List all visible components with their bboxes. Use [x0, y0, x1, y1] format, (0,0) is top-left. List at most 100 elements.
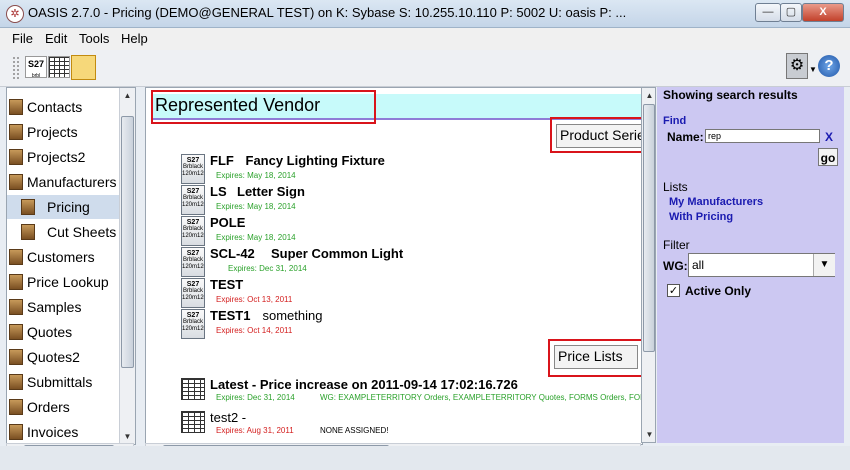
menu-tools[interactable]: Tools — [79, 31, 109, 46]
maximize-button[interactable]: ▢ — [780, 3, 802, 22]
scroll-down-icon[interactable]: ▼ — [120, 429, 135, 444]
sidebar-item-quotes2[interactable]: Quotes2 — [7, 345, 119, 369]
minimize-button[interactable]: — — [755, 3, 781, 22]
series-s27-icon[interactable]: S27 Brblack 120m120 — [181, 185, 205, 215]
content-scrollbar[interactable]: ▲ ▼ — [641, 87, 656, 443]
app-logo-icon: ✲ — [6, 5, 24, 23]
wg-select-value: all — [692, 258, 705, 272]
series-s27-icon[interactable]: S27 Brblack 120m120 — [181, 154, 205, 184]
sidebar-item-customers[interactable]: Customers — [7, 245, 119, 269]
sidebar-item-quotes[interactable]: Quotes — [7, 320, 119, 344]
sidebar-item-label: Pricing — [47, 199, 90, 215]
nav-item-icon — [9, 424, 23, 440]
sidebar-item-invoices[interactable]: Invoices — [7, 420, 119, 444]
series-s27-icon[interactable]: S27 Brblack 120m120 — [181, 216, 205, 246]
sidebar-nav: Contacts Projects Projects2 Manufacturers Pr… — [6, 87, 136, 445]
toolbar-grip — [12, 56, 20, 80]
clear-search-button[interactable]: X — [825, 130, 833, 144]
menu-edit[interactable]: Edit — [45, 31, 67, 46]
list-with-pricing[interactable]: With Pricing — [669, 211, 733, 223]
sidebar-item-contacts[interactable]: Contacts — [7, 95, 119, 119]
sidebar-item-label: Customers — [27, 249, 95, 265]
nav-item-icon — [9, 99, 23, 115]
active-only-label: Active Only — [685, 284, 752, 298]
series-code-link[interactable]: FLF — [210, 153, 234, 168]
toolbar: S27 brbl ⚙ ▼ ? — [0, 50, 850, 87]
series-code-link[interactable]: TEST — [210, 277, 243, 292]
menu-file[interactable]: File — [12, 31, 33, 46]
nav-item-icon — [9, 249, 23, 265]
name-search-input[interactable] — [705, 129, 820, 143]
list-my-manufacturers[interactable]: My Manufacturers — [669, 196, 763, 208]
chevron-down-icon[interactable]: ▼ — [809, 65, 817, 74]
close-button[interactable]: X — [802, 3, 844, 22]
active-only-checkbox[interactable]: ✓ — [667, 284, 680, 297]
folder-icon[interactable] — [71, 55, 96, 80]
scroll-up-icon[interactable]: ▲ — [642, 88, 657, 103]
sidebar-scrollbar[interactable]: ▲ ▼ — [119, 88, 135, 444]
sidebar-item-price-lookup[interactable]: Price Lookup — [7, 270, 119, 294]
grid-view-icon[interactable] — [48, 56, 70, 78]
sidebar-item-label: Submittals — [27, 374, 93, 390]
filter-label: Filter — [663, 238, 690, 252]
series-s27-icon[interactable]: S27 Brblack 120m120 — [181, 247, 205, 277]
nav-item-icon — [9, 324, 23, 340]
series-expires: Expires: May 18, 2014 — [216, 202, 296, 211]
search-panel: Showing search results Find Name: X go L… — [657, 87, 844, 443]
series-s27-icon[interactable]: S27 Brblack 120m120 — [181, 309, 205, 339]
series-code-link[interactable]: LS — [210, 184, 227, 199]
content-scroll-thumb[interactable] — [643, 104, 655, 352]
sidebar-item-submittals[interactable]: Submittals — [7, 370, 119, 394]
series-name[interactable]: Super Common Light — [271, 246, 403, 261]
status-bar — [0, 446, 850, 470]
highlight-vendor-title — [151, 90, 376, 124]
price-list-grid-icon[interactable] — [181, 378, 205, 400]
menu-help[interactable]: Help — [121, 31, 148, 46]
series-expires: Expires: Oct 14, 2011 — [216, 326, 293, 335]
highlight-product-series — [550, 117, 642, 153]
series-name[interactable]: Fancy Lighting Fixture — [246, 153, 385, 168]
price-list-title[interactable]: Latest - Price increase on 2011-09-14 17… — [210, 377, 518, 392]
sidebar-item-manufacturers[interactable]: Manufacturers — [7, 170, 119, 194]
sidebar-item-label: Contacts — [27, 99, 83, 115]
wg-label: WG: — [663, 259, 688, 273]
window-title: OASIS 2.7.0 - Pricing (DEMO@GENERAL TEST… — [28, 5, 627, 20]
wg-select[interactable]: all ▼ — [688, 253, 835, 277]
series-name[interactable]: something — [263, 308, 323, 323]
sidebar-item-cut-sheets[interactable]: Cut Sheets — [7, 220, 119, 244]
scroll-up-icon[interactable]: ▲ — [120, 88, 135, 103]
nav-item-icon — [9, 299, 23, 315]
sidebar-item-label: Orders — [27, 399, 70, 415]
nav-item-icon — [9, 274, 23, 290]
sidebar-scroll-thumb[interactable] — [121, 116, 134, 368]
s27-icon[interactable]: S27 brbl — [25, 56, 47, 79]
series-expires: Expires: May 18, 2014 — [216, 171, 296, 180]
sidebar-item-samples[interactable]: Samples — [7, 295, 119, 319]
sidebar-item-label: Manufacturers — [27, 174, 117, 190]
sidebar-item-pricing[interactable]: Pricing — [7, 195, 119, 219]
series-s27-icon[interactable]: S27 Brblack 120m120 — [181, 278, 205, 308]
scroll-down-icon[interactable]: ▼ — [642, 427, 657, 442]
price-list-title[interactable]: test2 - — [210, 410, 246, 425]
title-bar: ✲ OASIS 2.7.0 - Pricing (DEMO@GENERAL TE… — [0, 0, 850, 28]
nav-item-icon — [9, 374, 23, 390]
price-list-expires: Expires: Dec 31, 2014 — [216, 393, 295, 402]
series-name[interactable]: Letter Sign — [237, 184, 305, 199]
nav-item-icon — [9, 124, 23, 140]
price-list-grid-icon[interactable] — [181, 411, 205, 433]
find-label: Find — [663, 115, 687, 127]
series-code-link[interactable]: POLE — [210, 215, 245, 230]
sidebar-item-projects2[interactable]: Projects2 — [7, 145, 119, 169]
series-code-link[interactable]: SCL-42 — [210, 246, 255, 261]
sidebar-item-label: Quotes2 — [27, 349, 80, 365]
sidebar-item-orders[interactable]: Orders — [7, 395, 119, 419]
help-icon[interactable]: ? — [818, 55, 840, 77]
go-button[interactable]: go — [818, 148, 838, 166]
sidebar-item-label: Quotes — [27, 324, 73, 340]
series-code-link[interactable]: TEST1 — [210, 308, 250, 323]
sidebar-item-projects[interactable]: Projects — [7, 120, 119, 144]
nav-item-icon — [9, 174, 23, 190]
chevron-down-icon[interactable]: ▼ — [813, 254, 835, 276]
user-tools-icon[interactable]: ⚙ — [786, 53, 808, 79]
highlight-price-lists — [548, 339, 642, 377]
